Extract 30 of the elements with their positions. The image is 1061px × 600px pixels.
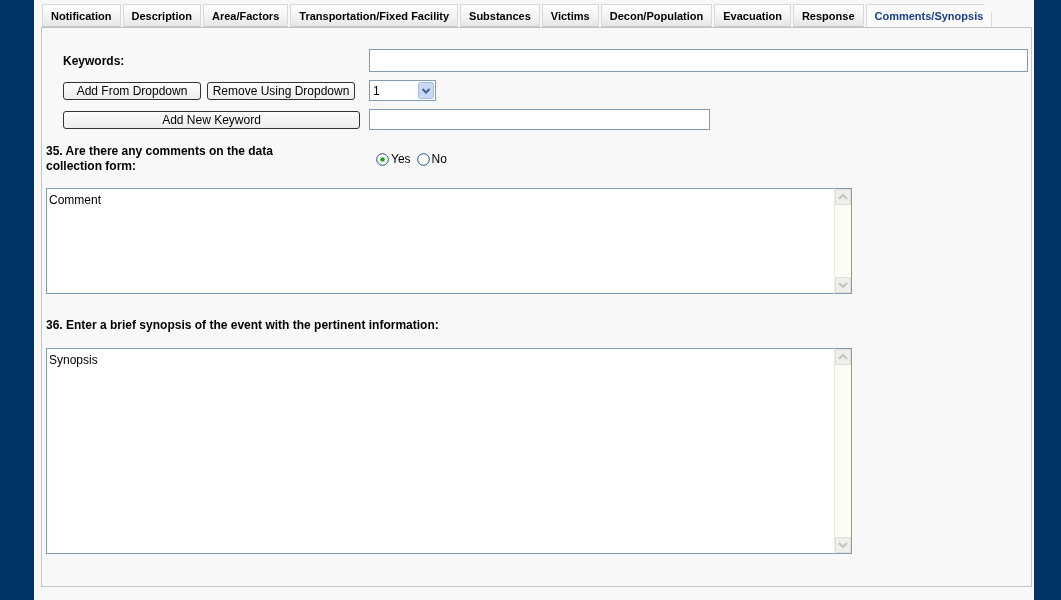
remove-using-dropdown-button[interactable]: Remove Using Dropdown — [207, 81, 355, 100]
new-keyword-field[interactable] — [369, 109, 710, 130]
radio-option[interactable]: No — [416, 152, 447, 166]
add-new-keyword-button[interactable]: Add New Keyword — [63, 110, 360, 129]
keywords-label: Keywords: — [62, 53, 126, 68]
question-text: 36. Enter a brief synopsis of the event with the pertinent information: — [46, 318, 440, 332]
tab[interactable]: Transportation/Fixed Facility — [290, 4, 459, 27]
caret-icon — [418, 82, 434, 99]
tab[interactable]: Decon/Population — [600, 4, 713, 27]
tab[interactable]: Comments/Synopsis — [865, 4, 993, 27]
tab[interactable]: Notification — [42, 4, 121, 27]
radio-option[interactable]: Yes — [376, 152, 411, 166]
add-from-dropdown-button[interactable]: Add From Dropdown — [63, 81, 201, 100]
tab[interactable]: Substances — [460, 4, 540, 27]
keyword-dropdown[interactable]: 1 — [369, 80, 436, 101]
scroll-down-icon[interactable] — [835, 537, 851, 553]
synopsis-field[interactable]: Synopsis — [46, 348, 834, 554]
tab[interactable]: Area/Factors — [203, 4, 289, 27]
comment-field[interactable]: Comment — [46, 188, 834, 294]
tab[interactable]: Victims — [541, 4, 599, 27]
scroll-up-icon[interactable] — [835, 189, 851, 205]
tab[interactable]: Response — [792, 4, 864, 27]
scrollbar[interactable] — [834, 188, 852, 294]
question-text: 35. Are there any comments on the data collection form: — [46, 144, 274, 174]
keywords-field[interactable] — [369, 49, 1028, 72]
scroll-up-icon[interactable] — [835, 349, 851, 365]
scroll-down-icon[interactable] — [835, 277, 851, 293]
tab[interactable]: Description — [122, 4, 201, 27]
scrollbar[interactable] — [834, 348, 852, 554]
tab[interactable]: Evacuation — [714, 4, 791, 27]
